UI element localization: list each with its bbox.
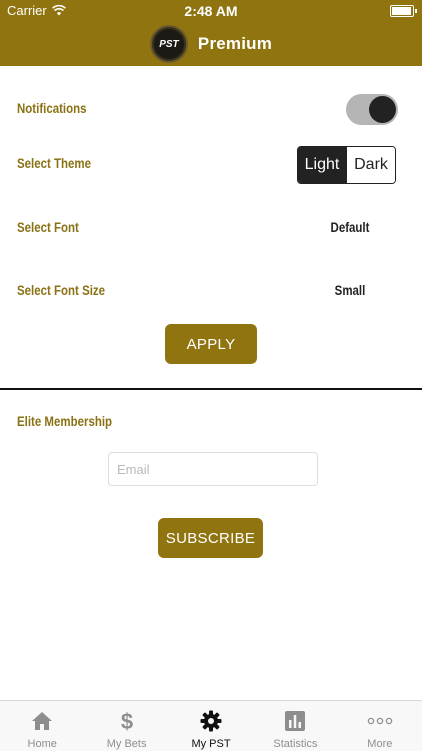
theme-segmented-control: Light Dark: [297, 146, 396, 184]
email-input[interactable]: [108, 452, 318, 486]
section-divider: [0, 388, 422, 390]
tab-home[interactable]: Home: [0, 701, 84, 751]
tab-my-pst-label: My PST: [191, 738, 231, 750]
theme-option-light[interactable]: Light: [298, 147, 346, 183]
gear-icon: [200, 710, 222, 732]
battery-fill: [392, 7, 411, 15]
tab-statistics-label: Statistics: [273, 738, 318, 750]
dollar-icon: $: [120, 709, 132, 733]
tab-more[interactable]: More: [338, 701, 422, 751]
status-bar: Carrier 2:48 AM: [0, 0, 422, 22]
battery-icon: [390, 5, 417, 17]
theme-option-dark[interactable]: Dark: [346, 147, 395, 183]
font-size-label: Select Font Size: [17, 282, 106, 298]
subscribe-button[interactable]: SUBSCRIBE: [158, 518, 263, 558]
membership-title: Elite Membership: [17, 413, 113, 429]
tab-more-label: More: [367, 738, 393, 750]
apply-button[interactable]: APPLY: [165, 324, 257, 364]
status-time: 2:48 AM: [184, 3, 238, 19]
notifications-toggle[interactable]: [346, 94, 398, 125]
tab-my-bets-label: My Bets: [106, 738, 147, 750]
tab-home-label: Home: [27, 738, 57, 750]
notifications-label: Notifications: [17, 100, 87, 116]
tab-my-pst[interactable]: My PST: [169, 701, 253, 751]
tab-statistics[interactable]: Statistics: [253, 701, 337, 751]
theme-label: Select Theme: [17, 155, 92, 171]
app-logo: PST: [149, 25, 188, 63]
more-icon: [367, 717, 393, 725]
home-icon: [32, 712, 53, 730]
top-bar: Carrier 2:48 AM PST Premium: [0, 0, 422, 66]
toggle-knob: [369, 96, 396, 123]
page-title: Premium: [197, 34, 273, 53]
svg-text:$: $: [120, 709, 132, 733]
tab-my-bets[interactable]: $ My Bets: [84, 701, 168, 751]
font-value[interactable]: Default: [329, 219, 372, 235]
bar-chart-icon: [285, 711, 306, 731]
tab-bar: Home $ My Bets My PST Statistics More: [0, 700, 422, 751]
font-label: Select Font: [17, 219, 79, 235]
nav-bar: PST Premium: [0, 22, 422, 66]
font-size-value[interactable]: Small: [330, 282, 369, 298]
